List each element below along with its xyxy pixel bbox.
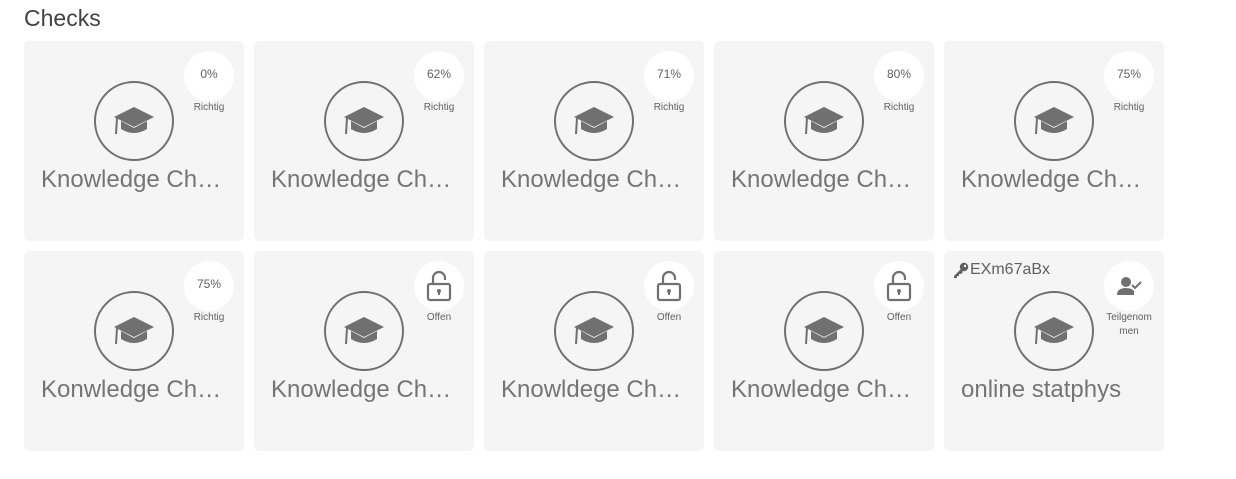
check-card[interactable]: 80% Richtig Knowledge Check	[714, 41, 934, 241]
graduation-cap-icon	[344, 317, 384, 345]
graduation-cap-icon	[114, 317, 154, 345]
status-label: Richtig	[193, 102, 225, 113]
score-badge: 75%	[184, 261, 234, 311]
course-emblem	[94, 81, 174, 161]
check-card[interactable]: Offen Knowledge Check	[714, 251, 934, 451]
card-title: Knowldege Check	[501, 376, 691, 403]
status-label: Richtig	[193, 312, 225, 323]
status-label: Offen	[426, 312, 452, 323]
check-card[interactable]: Offen Knowldege Check	[484, 251, 704, 451]
check-card[interactable]: 71% Richtig Knowledge Check	[484, 41, 704, 241]
graduation-cap-icon	[1034, 317, 1074, 345]
check-card[interactable]: EXm67aBx Teilgenom men online statphys	[944, 251, 1164, 451]
graduation-cap-icon	[574, 317, 614, 345]
lock-open-icon	[426, 270, 452, 302]
graduation-cap-icon	[804, 317, 844, 345]
access-code-value: EXm67aBx	[970, 261, 1051, 278]
score-value: 71%	[656, 67, 682, 81]
participated-badge	[1104, 261, 1154, 311]
open-badge	[644, 261, 694, 311]
score-badge: 0%	[184, 51, 234, 101]
score-badge: 71%	[644, 51, 694, 101]
course-emblem	[324, 81, 404, 161]
score-badge: 80%	[874, 51, 924, 101]
score-badge: 75%	[1104, 51, 1154, 101]
open-badge	[414, 261, 464, 311]
open-badge	[874, 261, 924, 311]
course-emblem	[554, 81, 634, 161]
status-label: Richtig	[1113, 102, 1145, 113]
graduation-cap-icon	[804, 107, 844, 135]
course-emblem	[554, 291, 634, 371]
score-value: 0%	[200, 67, 218, 81]
graduation-cap-icon	[344, 107, 384, 135]
card-title: Knowledge Check	[41, 166, 231, 193]
key-icon	[954, 262, 969, 278]
score-value: 75%	[1116, 67, 1142, 81]
card-title: Knowledge Check	[501, 166, 691, 193]
card-title: Knowledge Check	[271, 376, 461, 403]
graduation-cap-icon	[114, 107, 154, 135]
score-badge: 62%	[414, 51, 464, 101]
course-emblem	[784, 291, 864, 371]
card-title: online statphys	[961, 376, 1122, 403]
status-label: Offen	[656, 312, 682, 323]
graduation-cap-icon	[574, 107, 614, 135]
status-label: Offen	[886, 312, 912, 323]
course-emblem	[1014, 81, 1094, 161]
lock-open-icon	[886, 270, 912, 302]
graduation-cap-icon	[1034, 107, 1074, 135]
status-label: Teilgenom men	[1106, 312, 1152, 337]
score-value: 75%	[196, 277, 222, 291]
card-title: Knowledge Check	[271, 166, 461, 193]
check-card[interactable]: 62% Richtig Knowledge Check	[254, 41, 474, 241]
check-card[interactable]: 75% Richtig Konwledge Check	[24, 251, 244, 451]
course-emblem	[324, 291, 404, 371]
status-label: Richtig	[423, 102, 455, 113]
score-value: 80%	[886, 67, 912, 81]
course-emblem	[1014, 291, 1094, 371]
status-label: Richtig	[653, 102, 685, 113]
card-title: Knowledge Check	[731, 166, 921, 193]
user-check-icon	[1117, 277, 1142, 295]
course-emblem	[94, 291, 174, 371]
status-label: Richtig	[883, 102, 915, 113]
course-emblem	[784, 81, 864, 161]
card-title: Knowledge Check	[961, 166, 1151, 193]
section-title: Checks	[24, 5, 101, 31]
lock-open-icon	[656, 270, 682, 302]
check-card[interactable]: 75% Richtig Knowledge Check	[944, 41, 1164, 241]
card-title: Knowledge Check	[731, 376, 921, 403]
check-card[interactable]: Offen Knowledge Check	[254, 251, 474, 451]
check-card[interactable]: 0% Richtig Knowledge Check	[24, 41, 244, 241]
score-value: 62%	[426, 67, 452, 81]
card-title: Konwledge Check	[41, 376, 231, 403]
access-code: EXm67aBx	[953, 261, 1050, 279]
